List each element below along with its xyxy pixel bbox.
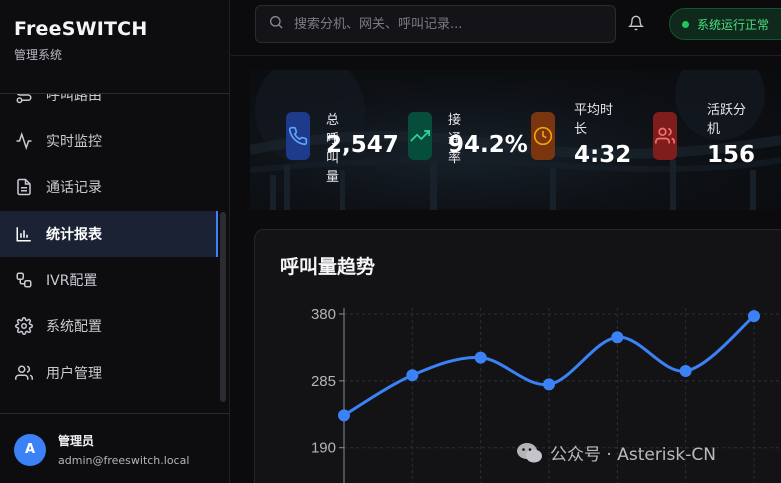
bar-chart-icon [14, 224, 34, 244]
top-header: 系统运行正常 [231, 0, 781, 56]
status-text: 系统运行正常 [697, 17, 770, 32]
users-icon [653, 112, 677, 160]
sidebar-item-label: 通话记录 [46, 180, 102, 196]
sidebar-scrollbar[interactable] [220, 212, 226, 402]
clock-icon [531, 112, 555, 160]
user-name: 管理员 [58, 434, 95, 448]
trending-up-icon [408, 112, 432, 160]
data-point [543, 378, 555, 391]
sidebar: FreeSWITCH 管理系统 呼叫路由 实时监控 通话记录 统计报表 IVR配… [0, 0, 230, 483]
route-icon [14, 94, 34, 105]
data-point [748, 310, 760, 323]
wechat-icon [517, 442, 542, 462]
data-point [338, 409, 350, 422]
watermark-text: 公众号 · Asterisk-CN [550, 445, 716, 465]
sidebar-item-call-routing[interactable]: 呼叫路由 [0, 94, 218, 118]
stat-label: 平均时长 [574, 103, 614, 137]
sidebar-item-label: IVR配置 [46, 273, 98, 289]
users-icon [14, 363, 34, 383]
sidebar-item-label: 用户管理 [46, 366, 102, 382]
sidebar-item-system-config[interactable]: 系统配置 [0, 303, 218, 349]
stat-label: 活跃分机 [707, 103, 747, 137]
stat-value: 156 [707, 142, 756, 168]
search-input[interactable] [294, 16, 594, 32]
sidebar-item-label: 统计报表 [46, 227, 102, 243]
y-axis-tick-label: 380 [311, 306, 336, 323]
data-point [611, 331, 624, 344]
divider [0, 413, 230, 414]
user-profile[interactable]: A 管理员 admin@freeswitch.local [14, 432, 189, 467]
gear-icon [14, 316, 34, 336]
stat-value: 94.2% [448, 132, 528, 158]
watermark: 公众号 · Asterisk-CN [516, 440, 716, 465]
sidebar-item-label: 呼叫路由 [46, 94, 102, 104]
brand-subtitle: 管理系统 [14, 48, 63, 62]
sidebar-item-monitor[interactable]: 实时监控 [0, 118, 218, 164]
stat-value: 4:32 [574, 142, 632, 168]
sidebar-item-reports[interactable]: 统计报表 [0, 211, 218, 257]
data-point [679, 365, 692, 377]
sidebar-nav: 呼叫路由 实时监控 通话记录 统计报表 IVR配置 系统配置 用户管理 [0, 94, 230, 412]
data-point [406, 369, 419, 382]
sidebar-item-users[interactable]: 用户管理 [0, 350, 218, 396]
phone-icon [286, 112, 310, 160]
sidebar-item-ivr[interactable]: IVR配置 [0, 257, 218, 303]
status-dot [682, 20, 689, 28]
avatar: A [14, 433, 46, 466]
system-status-badge: 系统运行正常 [669, 8, 781, 40]
data-point [474, 351, 487, 364]
search-icon [268, 14, 284, 34]
user-email: admin@freeswitch.local [58, 454, 190, 467]
search-box[interactable] [255, 5, 616, 43]
sidebar-item-label: 系统配置 [46, 319, 102, 335]
file-text-icon [14, 177, 34, 197]
y-axis-tick-label: 285 [311, 373, 336, 390]
sidebar-item-label: 实时监控 [46, 134, 102, 150]
stat-value: 2,547 [326, 132, 399, 158]
bell-icon[interactable] [627, 15, 646, 33]
sidebar-item-call-records[interactable]: 通话记录 [0, 164, 218, 210]
y-axis-tick-label: 190 [311, 440, 336, 457]
stats-banner: 总呼叫量 2,547 接通率 94.2% 平均时长 4:32 活跃分机 156 [250, 70, 781, 210]
brand: FreeSWITCH 管理系统 [14, 18, 147, 63]
workflow-icon [14, 270, 34, 290]
brand-title: FreeSWITCH [14, 18, 148, 40]
activity-icon [14, 131, 34, 151]
